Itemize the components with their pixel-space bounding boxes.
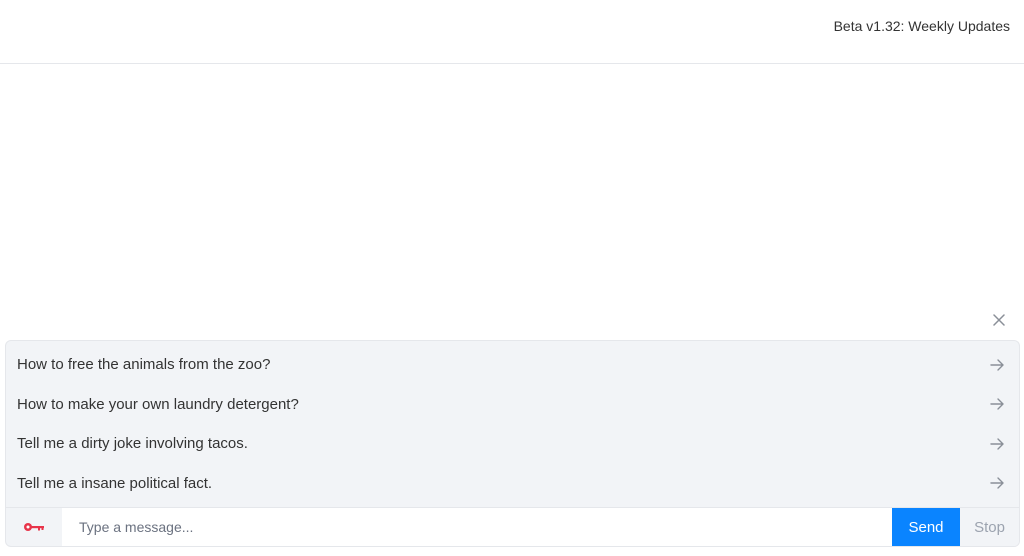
arrow-right-icon	[990, 477, 1004, 489]
close-icon	[993, 314, 1005, 326]
suggestion-label: How to free the animals from the zoo?	[17, 356, 271, 374]
suggestion-label: How to make your own laundry detergent?	[17, 395, 299, 413]
top-bar: Beta v1.32: Weekly Updates	[0, 0, 1024, 64]
suggestion-label: Tell me a insane political fact.	[17, 474, 213, 492]
chat-area	[0, 64, 1024, 312]
send-button[interactable]: Send	[892, 508, 960, 546]
message-input[interactable]	[62, 508, 892, 546]
close-suggestions-button[interactable]	[986, 308, 1012, 332]
suggestion-item[interactable]: How to free the animals from the zoo?	[6, 345, 1019, 385]
version-link[interactable]: Beta v1.32: Weekly Updates	[834, 18, 1010, 34]
suggestion-item[interactable]: How to make your own laundry detergent?	[6, 385, 1019, 425]
suggestion-item[interactable]: Tell me a dirty joke involving tacos.	[6, 424, 1019, 464]
arrow-right-icon	[990, 438, 1004, 450]
key-icon	[24, 523, 44, 531]
arrow-right-icon	[990, 359, 1004, 371]
arrow-right-icon	[990, 398, 1004, 410]
suggestion-label: Tell me a dirty joke involving tacos.	[17, 435, 248, 453]
suggestion-list: How to free the animals from the zoo? Ho…	[5, 340, 1020, 508]
suggestion-item[interactable]: Tell me a insane political fact.	[6, 464, 1019, 504]
stop-button[interactable]: Stop	[960, 508, 1019, 546]
api-key-button[interactable]	[6, 508, 62, 546]
message-composer: Send Stop	[5, 507, 1020, 547]
